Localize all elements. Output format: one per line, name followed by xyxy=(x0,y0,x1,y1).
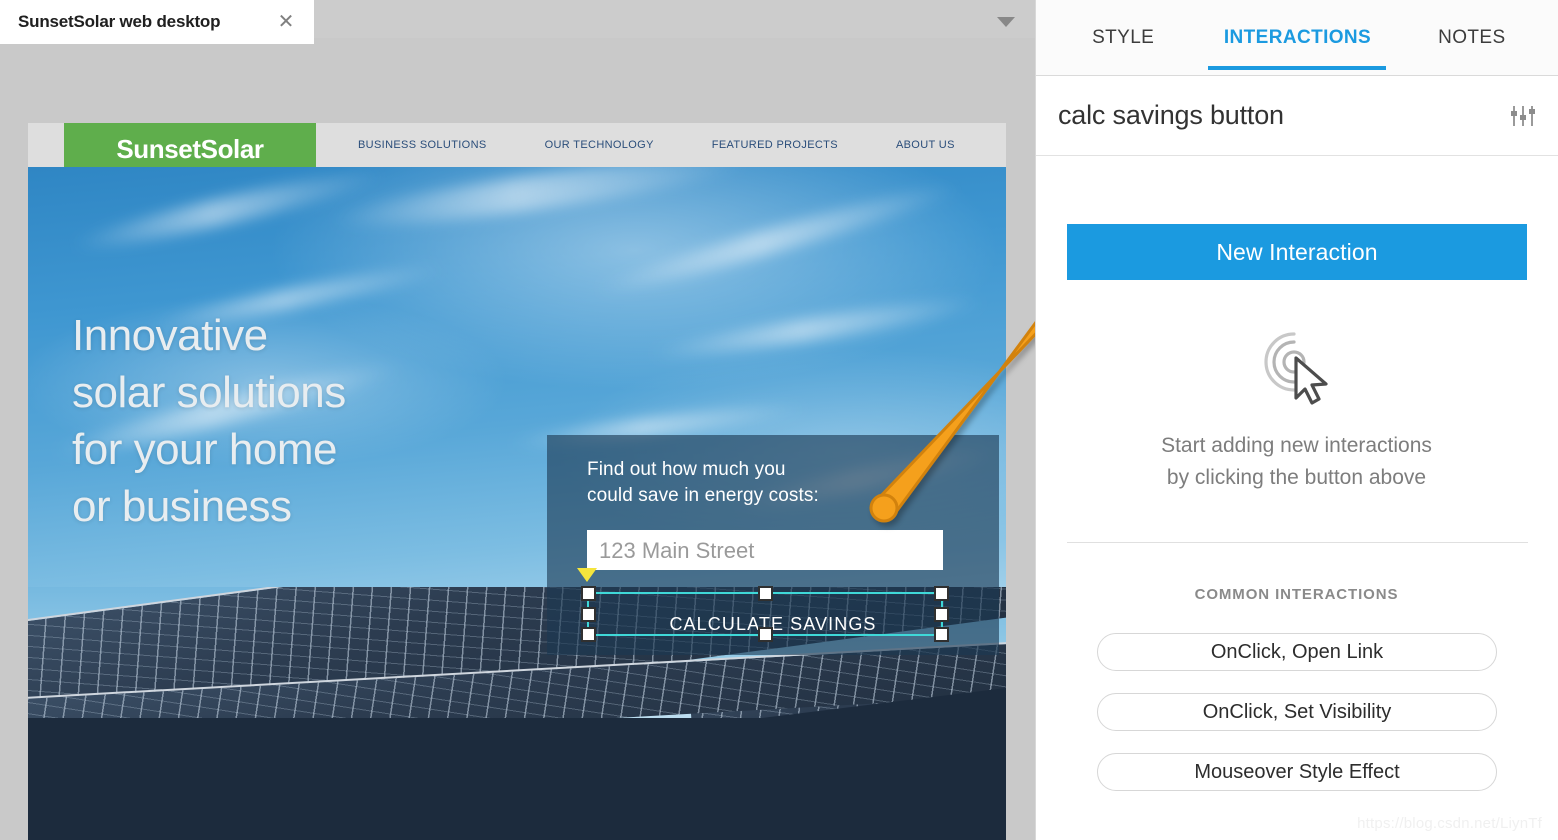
inspector-header: calc savings button xyxy=(1036,76,1558,156)
site-nav-items: BUSINESS SOLUTIONS OUR TECHNOLOGY FEATUR… xyxy=(358,123,1006,167)
tab-strip-empty-area xyxy=(314,0,1035,38)
tab-style[interactable]: STYLE xyxy=(1036,0,1210,76)
site-logo-text: SunsetSolar xyxy=(116,134,264,164)
section-divider xyxy=(1067,542,1528,543)
common-interaction-onclick-open-link[interactable]: OnClick, Open Link xyxy=(1097,633,1497,671)
savings-form-prompt: Find out how much you could save in energ… xyxy=(587,459,819,506)
hero-headline: Innovative solar solutions for your home or… xyxy=(72,311,346,531)
document-tab-title: SunsetSolar web desktop xyxy=(18,12,221,31)
document-tab[interactable]: SunsetSolar web desktop ✕ xyxy=(0,0,314,44)
selected-element-name: calc savings button xyxy=(1058,100,1284,130)
common-interaction-onclick-set-visibility[interactable]: OnClick, Set Visibility xyxy=(1097,693,1497,731)
nav-item-about-us[interactable]: ABOUT US xyxy=(896,139,955,151)
site-navbar: BUSINESS SOLUTIONS OUR TECHNOLOGY FEATUR… xyxy=(28,123,1006,176)
resize-handle-bottom-left[interactable] xyxy=(581,627,596,642)
sliders-icon[interactable] xyxy=(1509,104,1537,128)
artboard[interactable]: BUSINESS SOLUTIONS OUR TECHNOLOGY FEATUR… xyxy=(28,123,1006,840)
chevron-down-icon[interactable] xyxy=(997,17,1015,27)
selection-overlay xyxy=(577,568,949,642)
app-root: SunsetSolar web desktop ✕ BUSINESS SOLUT… xyxy=(0,0,1558,840)
resize-handle-top-left[interactable] xyxy=(581,586,596,601)
resize-handle-top-center[interactable] xyxy=(758,586,773,601)
selection-origin-marker xyxy=(577,568,597,582)
editor-canvas-area: SunsetSolar web desktop ✕ BUSINESS SOLUT… xyxy=(0,0,1035,840)
address-input-placeholder: 123 Main Street xyxy=(599,538,755,563)
empty-state-text: Start adding new interactions by clicking… xyxy=(1161,434,1432,489)
tab-notes[interactable]: NOTES xyxy=(1385,0,1558,76)
click-cursor-icon xyxy=(1264,332,1328,405)
watermark: https://blog.csdn.net/LiynTf xyxy=(1357,815,1542,832)
address-input[interactable]: 123 Main Street xyxy=(587,530,943,570)
inspector-tabs: STYLE INTERACTIONS NOTES xyxy=(1036,0,1558,76)
document-tab-strip: SunsetSolar web desktop ✕ xyxy=(0,0,1035,44)
new-interaction-button[interactable]: New Interaction xyxy=(1067,224,1527,280)
common-interaction-mouseover-style-effect[interactable]: Mouseover Style Effect xyxy=(1097,753,1497,791)
common-interactions-title: COMMON INTERACTIONS xyxy=(1194,586,1399,603)
resize-handle-middle-right[interactable] xyxy=(934,607,949,622)
nav-item-featured-projects[interactable]: FEATURED PROJECTS xyxy=(712,139,838,151)
tab-interactions[interactable]: INTERACTIONS xyxy=(1210,0,1384,76)
resize-handle-bottom-center[interactable] xyxy=(758,627,773,642)
resize-handle-middle-left[interactable] xyxy=(581,607,596,622)
resize-handle-bottom-right[interactable] xyxy=(934,627,949,642)
resize-handle-top-right[interactable] xyxy=(934,586,949,601)
nav-item-business-solutions[interactable]: BUSINESS SOLUTIONS xyxy=(358,139,487,151)
close-icon[interactable]: ✕ xyxy=(276,11,296,32)
nav-item-our-technology[interactable]: OUR TECHNOLOGY xyxy=(545,139,654,151)
site-footer-band xyxy=(28,718,1006,840)
